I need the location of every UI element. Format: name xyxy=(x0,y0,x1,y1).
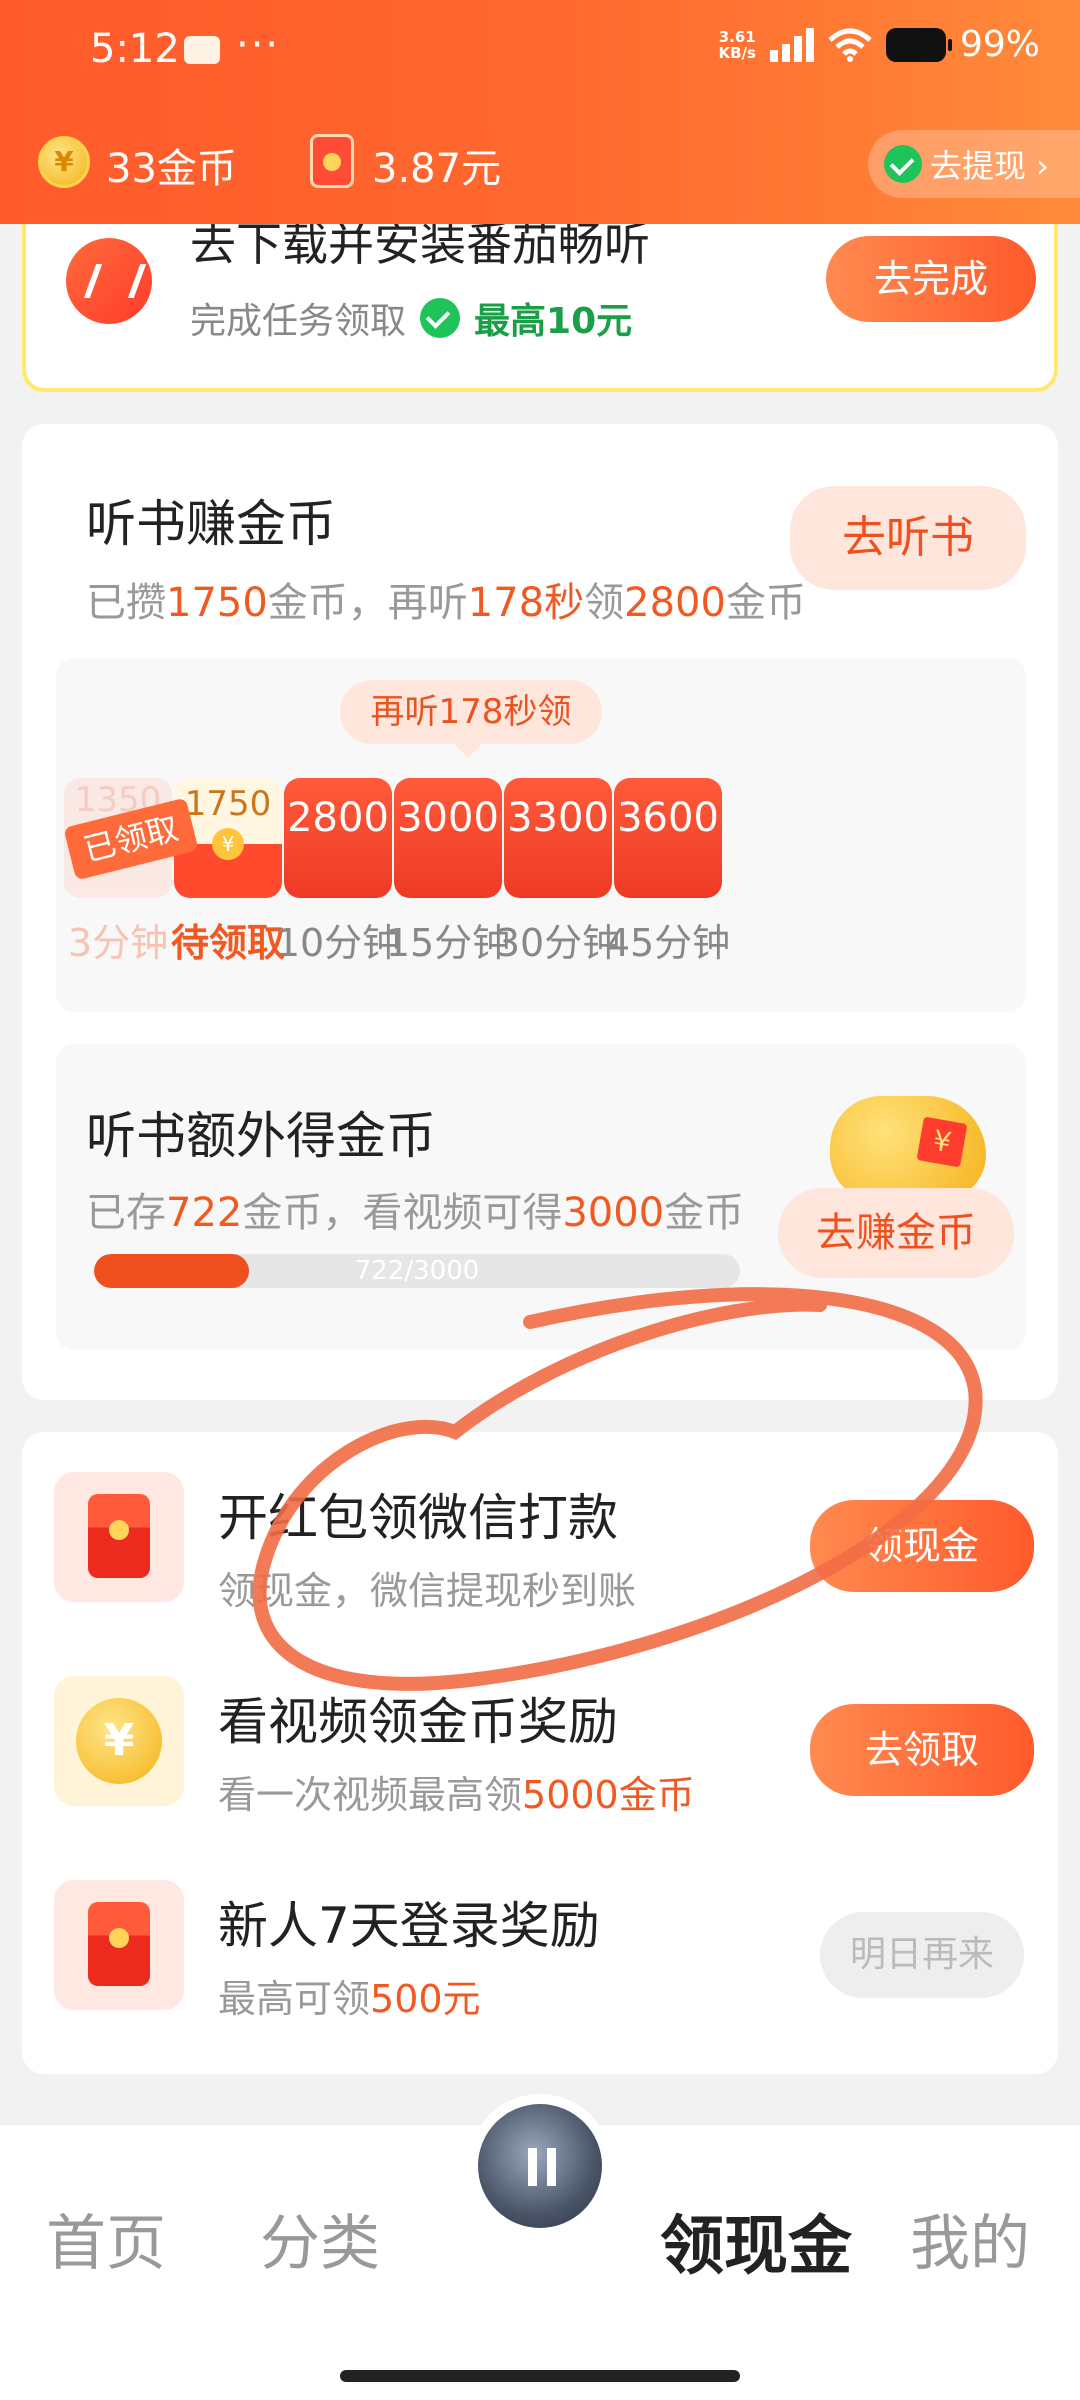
notification-icon xyxy=(184,36,220,64)
book-cover-thumbnail xyxy=(478,2104,602,2228)
row-title: 开红包领微信打款 xyxy=(218,1489,618,1547)
list-item: 开红包领微信打款 领现金，微信提现秒到账 领现金 xyxy=(22,1432,1058,1632)
gold-coin-icon xyxy=(54,1676,184,1806)
saved-coins: 1750 xyxy=(166,580,268,626)
coin-balance[interactable]: 33金币 xyxy=(106,136,237,194)
list-item: 看视频领金币奖励 看一次视频最高领5000金币 去领取 xyxy=(22,1636,1058,1836)
reward-tip: 再听178秒领 xyxy=(340,680,602,758)
balance-bar: 33金币 3.87元 去提现 › xyxy=(0,128,1080,204)
audio-player-button[interactable] xyxy=(468,2094,612,2238)
header: 5:12 ··· 3.61KB/s 99% 33金币 3.87元 去提现 › xyxy=(0,0,1080,224)
text: 领现金，微信提现秒到账 xyxy=(218,1569,637,1613)
withdraw-label: 去提现 › xyxy=(930,147,1049,185)
row-subtitle: 看一次视频最高领5000金币 xyxy=(218,1764,695,1819)
row-title: 看视频领金币奖励 xyxy=(218,1693,618,1751)
network-speed: 3.61 KB/s xyxy=(718,27,756,62)
tab-category[interactable]: 分类 xyxy=(260,2195,380,2282)
wifi-icon xyxy=(828,28,872,62)
text: 金币，再听 xyxy=(267,580,468,626)
go-listen-button[interactable]: 去听书 xyxy=(790,486,1026,590)
remaining-seconds: 178秒 xyxy=(467,580,585,626)
task-subtitle-text: 完成任务领取 xyxy=(190,301,407,342)
listen-title: 听书赚金币 xyxy=(86,495,336,553)
text: 领 xyxy=(584,580,625,626)
listen-earn-card: 听书赚金币 已攒1750金币，再听178秒领2800金币 去听书 再听178秒领… xyxy=(22,424,1058,1400)
claim-cash-button[interactable]: 领现金 xyxy=(810,1500,1034,1592)
task-subtitle: 完成任务领取 最高10元 xyxy=(190,292,632,344)
come-back-tomorrow-button: 明日再来 xyxy=(820,1912,1024,1998)
reward-packet-5[interactable]: 3300 xyxy=(504,778,612,898)
red-packet-icon xyxy=(54,1880,184,2010)
reward-packet-6[interactable]: 3600 xyxy=(614,778,722,898)
text: 最高可领 xyxy=(218,1977,371,2021)
text: 金币 xyxy=(725,580,806,626)
tab-home[interactable]: 首页 xyxy=(46,2195,166,2282)
task-max-reward: 最高10元 xyxy=(474,301,633,342)
signal-icon xyxy=(769,27,814,62)
reward-packet-3[interactable]: 2800 xyxy=(284,778,392,898)
listen-subtitle: 已攒1750金币，再听178秒领2800金币 xyxy=(86,570,806,628)
text: 已存 xyxy=(86,1190,166,1236)
status-right: 3.61 KB/s 99% xyxy=(719,24,1040,65)
row-subtitle: 领现金，微信提现秒到账 xyxy=(218,1560,636,1615)
highlight: 500元 xyxy=(370,1977,481,2021)
withdraw-button[interactable]: 去提现 › xyxy=(868,130,1080,198)
reward-packet-4[interactable]: 3000 xyxy=(394,778,502,898)
battery-icon xyxy=(885,27,952,62)
cash-tasks-card: 开红包领微信打款 领现金，微信提现秒到账 领现金 看视频领金币奖励 看一次视频最… xyxy=(22,1432,1058,2074)
text: 已攒 xyxy=(86,580,166,626)
red-packet-icon xyxy=(310,134,354,188)
red-packet-icon xyxy=(54,1472,184,1602)
progress-text: 722/3000 xyxy=(354,1256,480,1286)
text: 金币 xyxy=(664,1190,745,1236)
highlight: 5000金币 xyxy=(522,1773,695,1817)
extra-progress-bar: 722/3000 xyxy=(94,1254,740,1288)
row-title: 新人7天登录奖励 xyxy=(218,1897,600,1955)
next-reward: 2800 xyxy=(624,580,726,626)
max-coins: 3000 xyxy=(562,1190,665,1236)
complete-task-button[interactable]: 去完成 xyxy=(826,236,1036,322)
extra-subtitle: 已存722金币，看视频可得3000金币 xyxy=(86,1180,744,1238)
piggy-bank-icon xyxy=(830,1096,986,1200)
wechat-check-icon xyxy=(884,145,922,183)
text: 金币，看视频可得 xyxy=(242,1190,563,1236)
coin-icon xyxy=(38,136,90,188)
row-subtitle: 最高可领500元 xyxy=(218,1968,481,2023)
cash-balance[interactable]: 3.87元 xyxy=(372,136,501,194)
fanqie-app-icon xyxy=(66,238,152,324)
status-bar: 5:12 ··· 3.61 KB/s 99% xyxy=(0,0,1080,106)
claim-video-reward-button[interactable]: 去领取 xyxy=(810,1704,1034,1796)
more-notifications-icon: ··· xyxy=(236,22,281,68)
extra-title: 听书额外得金币 xyxy=(86,1107,436,1165)
wechat-check-icon xyxy=(420,298,461,338)
status-time: 5:12 xyxy=(90,26,180,72)
text: 看一次视频最高领 xyxy=(218,1773,523,1817)
stored-coins: 722 xyxy=(166,1190,243,1236)
earn-coins-button[interactable]: 去赚金币 xyxy=(778,1188,1014,1278)
home-indicator xyxy=(340,2370,740,2382)
battery-level: 99% xyxy=(959,24,1040,65)
reward-label-6: 45分钟 xyxy=(605,921,731,965)
list-item: 新人7天登录奖励 最高可领500元 明日再来 xyxy=(22,1840,1058,2040)
pause-icon xyxy=(528,2148,556,2186)
tab-mine[interactable]: 我的 xyxy=(910,2195,1030,2282)
tab-cash[interactable]: 领现金 xyxy=(660,2195,852,2287)
